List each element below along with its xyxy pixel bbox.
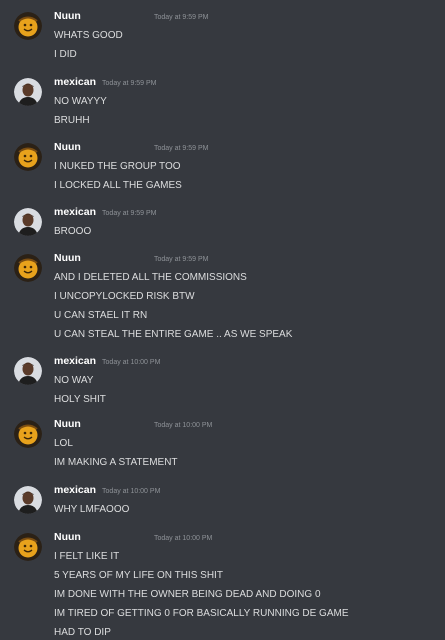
username[interactable]: Nuun xyxy=(54,252,154,264)
message-text: U CAN STEAL THE ENTIRE GAME .. AS WE SPE… xyxy=(54,329,293,340)
message-text: LOL xyxy=(54,438,73,449)
message-text: I DID xyxy=(54,49,77,60)
timestamp: Today at 10:00 PM xyxy=(154,535,213,542)
smiley-avatar-icon[interactable] xyxy=(14,420,42,448)
username[interactable]: Nuun xyxy=(54,531,154,543)
message-group: Nuun Today at 10:00 PM LOL IM MAKING A S… xyxy=(14,418,435,472)
man-avatar-icon[interactable] xyxy=(14,78,42,106)
message-group: mexican Today at 9:59 PM NO WAYYY BRUHH xyxy=(14,76,435,130)
smiley-avatar-icon[interactable] xyxy=(14,12,42,40)
timestamp: Today at 10:00 PM xyxy=(154,422,213,429)
message-text: U CAN STAEL IT RN xyxy=(54,310,148,321)
smiley-avatar-icon[interactable] xyxy=(14,143,42,171)
username[interactable]: mexican xyxy=(54,206,96,218)
message-text: I LOCKED ALL THE GAMES xyxy=(54,180,182,191)
chat-log: Nuun Today at 9:59 PM WHATS GOOD I DID m… xyxy=(0,0,445,640)
username[interactable]: Nuun xyxy=(54,418,154,430)
timestamp: Today at 9:59 PM xyxy=(154,14,209,21)
message-group: mexican Today at 10:00 PM WHY LMFAOOO xyxy=(14,484,435,519)
username[interactable]: Nuun xyxy=(54,141,154,153)
message-group: mexican Today at 10:00 PM NO WAY HOLY SH… xyxy=(14,355,435,409)
message-text: BROOO xyxy=(54,226,92,237)
message-text: WHATS GOOD xyxy=(54,30,123,41)
message-group: mexican Today at 9:59 PM BROOO xyxy=(14,206,435,241)
timestamp: Today at 10:00 PM xyxy=(102,359,161,366)
message-text: NO WAYYY xyxy=(54,96,107,107)
username[interactable]: mexican xyxy=(54,484,96,496)
message-text: I FELT LIKE IT xyxy=(54,551,120,562)
message-text: BRUHH xyxy=(54,115,90,126)
timestamp: Today at 9:59 PM xyxy=(154,256,209,263)
username[interactable]: mexican xyxy=(54,355,96,367)
man-avatar-icon[interactable] xyxy=(14,486,42,514)
message-text: IM MAKING A STATEMENT xyxy=(54,457,178,468)
man-avatar-icon[interactable] xyxy=(14,208,42,236)
username[interactable]: Nuun xyxy=(54,10,154,22)
smiley-avatar-icon[interactable] xyxy=(14,533,42,561)
message-group: Nuun Today at 10:00 PM I FELT LIKE IT 5 … xyxy=(14,531,435,640)
message-text: HOLY SHIT xyxy=(54,394,106,405)
message-group: Nuun Today at 9:59 PM AND I DELETED ALL … xyxy=(14,252,435,344)
timestamp: Today at 9:59 PM xyxy=(102,80,157,87)
message-text: AND I DELETED ALL THE COMMISSIONS xyxy=(54,272,247,283)
message-text: I UNCOPYLOCKED RISK BTW xyxy=(54,291,195,302)
message-group: Nuun Today at 9:59 PM I NUKED THE GROUP … xyxy=(14,141,435,195)
message-text: WHY LMFAOOO xyxy=(54,504,130,515)
smiley-avatar-icon[interactable] xyxy=(14,254,42,282)
message-text: IM DONE WITH THE OWNER BEING DEAD AND DO… xyxy=(54,589,321,600)
message-text: I NUKED THE GROUP TOO xyxy=(54,161,181,172)
message-text: NO WAY xyxy=(54,375,94,386)
message-text: IM TIRED OF GETTING 0 FOR BASICALLY RUNN… xyxy=(54,608,349,619)
timestamp: Today at 10:00 PM xyxy=(102,488,161,495)
timestamp: Today at 9:59 PM xyxy=(102,210,157,217)
message-text: HAD TO DIP xyxy=(54,627,111,638)
message-group: Nuun Today at 9:59 PM WHATS GOOD I DID xyxy=(14,10,435,64)
timestamp: Today at 9:59 PM xyxy=(154,145,209,152)
username[interactable]: mexican xyxy=(54,76,96,88)
message-text: 5 YEARS OF MY LIFE ON THIS SHIT xyxy=(54,570,223,581)
man-avatar-icon[interactable] xyxy=(14,357,42,385)
